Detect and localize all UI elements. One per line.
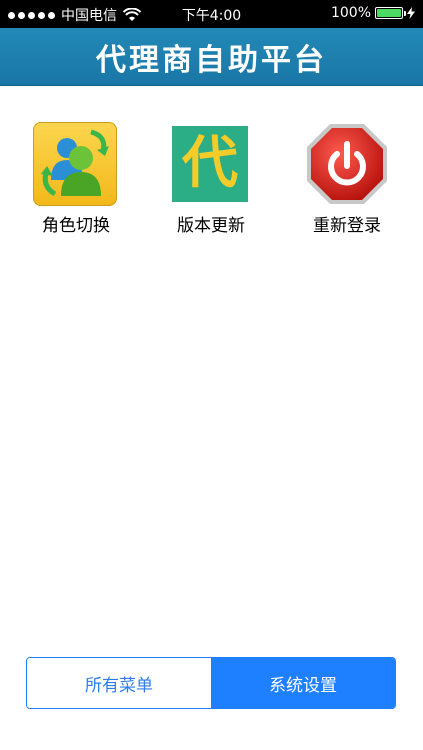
battery-icon	[375, 7, 406, 19]
version-update-icon: 代	[168, 122, 254, 208]
grid-label: 角色切换	[42, 216, 110, 236]
grid-item-version-update[interactable]: 代 版本更新	[146, 122, 276, 240]
tab-all-menus[interactable]: 所有菜单	[27, 658, 211, 708]
status-bar: 中国电信 下午4:00 100%	[0, 0, 423, 28]
page-title: 代理商自助平台	[96, 42, 327, 78]
role-switch-icon	[33, 122, 119, 208]
battery-percent: 100%	[330, 5, 371, 21]
app-header: 代理商自助平台	[0, 28, 423, 86]
grid-item-role-switch[interactable]: 角色切换	[11, 122, 141, 240]
version-glyph: 代	[172, 126, 248, 202]
function-grid: 角色切换 代 版本更新 重新登录	[0, 122, 423, 242]
tab-system-settings[interactable]: 系统设置	[211, 658, 395, 708]
power-icon	[304, 122, 390, 208]
charging-icon	[407, 7, 415, 19]
grid-label: 版本更新	[177, 216, 245, 236]
grid-item-relogin[interactable]: 重新登录	[282, 122, 412, 240]
bottom-tab-bar: 所有菜单 系统设置	[26, 657, 396, 709]
status-right: 100%	[331, 5, 415, 21]
grid-label: 重新登录	[313, 216, 381, 236]
